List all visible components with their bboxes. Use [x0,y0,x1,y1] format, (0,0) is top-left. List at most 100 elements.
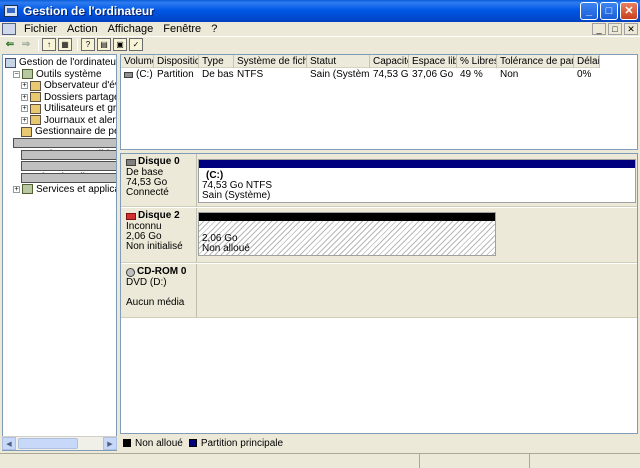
volume-list[interactable]: VolumeDispositionTypeSystème de fichiers… [120,54,638,150]
device-manager-icon [21,126,32,137]
volume-list-header: VolumeDispositionTypeSystème de fichiers… [121,55,600,68]
disk-0-row[interactable]: Disque 0 De base 74,53 Go Connecté (C:) … [121,154,637,207]
expand-icon[interactable]: + [13,185,20,193]
column-header[interactable]: Espace libre [409,55,457,68]
back-arrow-icon[interactable]: ⇐ [3,38,17,51]
scroll-right-button[interactable]: ▶ [103,437,117,450]
minimize-button[interactable]: _ [580,2,598,20]
disk-2-row[interactable]: Disque 2 Inconnu 2,06 Go Non initialisé … [121,208,637,263]
column-header[interactable]: % Libres [457,55,497,68]
tree-horizontal-scrollbar[interactable]: ◀ ▶ [2,436,117,450]
column-header[interactable]: Disposition [154,55,199,68]
toolbar: ⇐ ⇒ ↑ ▦ ? ▤ ▣ ✓ [0,36,640,52]
tree-item[interactable]: Défragmenteur de disq [21,161,116,172]
title-bar[interactable]: Gestion de l'ordinateur _ □ ✕ [0,0,640,22]
table-cell: Non [500,69,519,80]
mdi-restore-button[interactable]: □ [608,23,622,35]
table-cell: Sain (Système) [310,69,370,80]
tree-item[interactable]: − Outils système [13,69,102,80]
tree-item[interactable]: +Stockage amovible [21,149,116,160]
column-header[interactable]: Capacité [370,55,409,68]
legend: Non alloué Partition principale [120,436,638,450]
storage-icon [13,138,116,148]
tree-item-label: Journaux et alertes de [44,114,116,126]
unallocated-region[interactable]: 2,06 Go Non alloué [198,212,496,256]
column-header[interactable]: Type [199,55,234,68]
cdrom-0-label[interactable]: CD-ROM 0 DVD (D:) Aucun média [121,264,197,317]
tree-item[interactable]: + Utilisateurs et groupes [21,103,116,114]
tree-item[interactable]: −Stockage [13,138,116,149]
tree-item[interactable]: + Dossiers partagés [21,91,117,103]
volume-icon [124,72,133,78]
expand-icon[interactable]: + [21,93,28,101]
partition-c-status: Sain (Système) [202,190,271,201]
menu-fichier[interactable]: Fichier [19,23,62,35]
tree-item[interactable]: Gestion des disques [21,172,116,183]
disk-2-label[interactable]: Disque 2 Inconnu 2,06 Go Non initialisé [121,208,197,262]
console-tree[interactable]: Gestion de l'ordinateur (local − Outils sy… [2,54,117,451]
menu-help[interactable]: ? [206,23,222,35]
table-row[interactable]: (C:) Partition De baseNTFS Sain (Système)74… [121,69,600,81]
disk-graphical-view[interactable]: Disque 0 De base 74,53 Go Connecté (C:) … [120,153,638,434]
legend-swatch-primary [188,439,197,447]
tree-item[interactable]: Gestionnaire de périph [21,126,116,137]
unallocated-status: Non alloué [202,243,250,254]
status-bar [0,453,640,468]
cdrom-0-type: DVD (D:) [126,277,167,288]
close-button[interactable]: ✕ [620,2,638,20]
properties-icon[interactable]: ▤ [97,38,111,51]
menu-affichage[interactable]: Affichage [103,23,159,35]
column-header[interactable]: Tolérance de pannes [497,55,574,68]
unallocated-bar [199,213,495,221]
menu-fenetre[interactable]: Fenêtre [158,23,206,35]
tree-item[interactable]: + Observateur d'événer [21,80,116,91]
maximize-button[interactable]: □ [600,2,618,20]
table-cell: (C:) [121,69,154,81]
collapse-icon[interactable]: − [13,70,20,78]
settings-icon[interactable]: ✓ [129,38,143,51]
column-header[interactable]: Système de fichiers [234,55,307,68]
tree-item[interactable]: + Services et applications [13,184,116,195]
column-header[interactable]: Statut [307,55,370,68]
legend-primary: Partition principale [200,437,284,449]
help-icon[interactable]: ? [81,38,95,51]
computer-icon [5,57,16,68]
mdi-controls: _ □ ✕ [592,23,638,35]
legend-unallocated: Non alloué [135,437,183,449]
expand-icon[interactable]: + [21,116,28,124]
scroll-left-button[interactable]: ◀ [2,437,16,450]
tree-item-label: Observateur d'événer [44,80,116,91]
partition-c[interactable]: (C:) 74,53 Go NTFS Sain (Système) [198,159,636,203]
table-cell: 49 % [460,69,483,80]
mdi-close-button[interactable]: ✕ [624,23,638,35]
tree-item-label: Dossiers partagés [44,91,117,103]
tree-item-label: Gestion de l'ordinateur (local [19,57,117,68]
tree-item[interactable]: Gestion de l'ordinateur (local [5,57,117,68]
export-icon[interactable]: ▣ [113,38,127,51]
table-cell: NTFS [237,69,264,80]
column-header[interactable]: Délai [574,55,600,68]
scroll-thumb[interactable] [18,438,78,449]
forward-arrow-icon[interactable]: ⇒ [19,38,33,51]
tree-item[interactable]: + Journaux et alertes de [21,114,116,126]
disk-0-label[interactable]: Disque 0 De base 74,53 Go Connecté [121,154,197,206]
table-cell: Partition [157,69,194,80]
expand-icon[interactable]: + [21,105,28,112]
cdrom-0-row[interactable]: CD-ROM 0 DVD (D:) Aucun média [121,264,637,318]
services-icon [22,184,33,194]
tools-icon [22,69,33,79]
status-segment [530,454,638,468]
disk-0-status: Connecté [126,187,169,198]
column-header[interactable]: Volume [121,55,154,68]
menu-bar: Fichier Action Affichage Fenêtre ? _ □ ✕ [0,22,640,36]
up-folder-icon[interactable]: ↑ [42,38,56,51]
mdi-minimize-button[interactable]: _ [592,23,606,35]
expand-icon[interactable]: + [21,82,28,89]
legend-swatch-unallocated [123,439,131,447]
disk-2-status: Non initialisé [126,241,183,252]
show-tree-icon[interactable]: ▦ [58,38,72,51]
system-menu-icon[interactable] [2,23,16,35]
logs-icon [30,115,41,125]
menu-action[interactable]: Action [62,23,103,35]
table-cell: 37,06 Go [412,69,454,80]
